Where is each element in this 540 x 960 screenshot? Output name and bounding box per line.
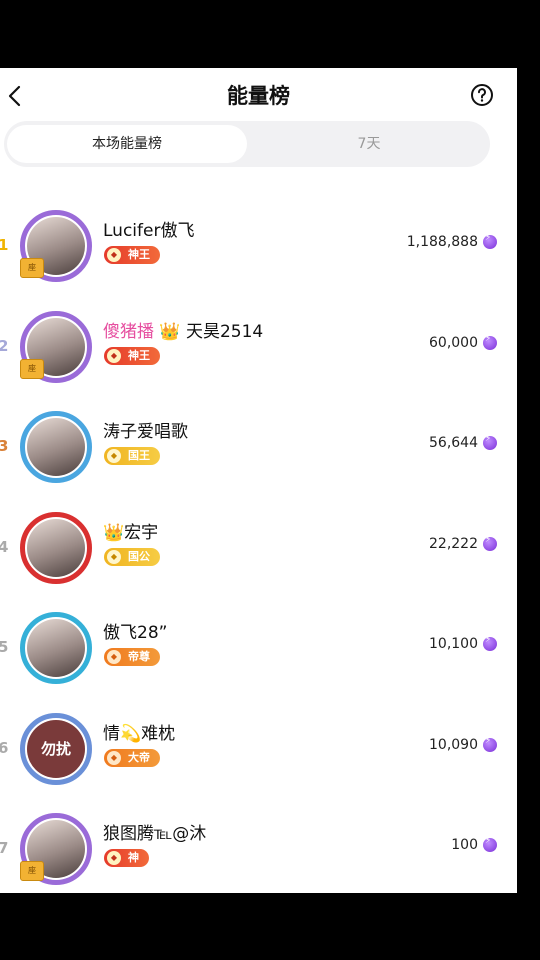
rank-number: 7 xyxy=(0,839,9,857)
level-badge: ◆ 国王 xyxy=(104,447,160,465)
rank-number: 3 xyxy=(0,437,9,455)
tab-7-days[interactable]: 7天 xyxy=(250,125,488,163)
energy-score: 10,090 xyxy=(429,736,497,753)
level-badge-label: 神王 xyxy=(128,248,150,261)
ranking-row[interactable]: 5 傲飞28” ◆ 帝尊 10,100 xyxy=(0,610,517,710)
energy-bolt-icon xyxy=(483,434,497,450)
energy-score-value: 100 xyxy=(451,837,478,853)
level-gem-icon: ◆ xyxy=(107,851,121,865)
help-question-icon[interactable] xyxy=(470,83,494,107)
level-badge-label: 帝尊 xyxy=(128,650,150,663)
level-badge: ◆ 大帝 xyxy=(104,748,160,767)
energy-score-value: 22,222 xyxy=(429,535,478,552)
energy-score: 10,100 xyxy=(429,635,497,652)
energy-ranking-panel: 能量榜 本场能量榜 7天 1座Lucifer傲飞◆神王1,188,8882座傻猪… xyxy=(0,68,517,893)
user-name: 涛子爱唱歌 xyxy=(103,422,188,442)
ranking-tabs: 本场能量榜 7天 xyxy=(4,121,490,167)
avatar[interactable]: 座 xyxy=(18,811,98,891)
level-badge-label: 神 xyxy=(128,851,139,864)
header: 能量榜 xyxy=(0,68,517,124)
level-gem-icon: ◆ xyxy=(107,750,121,765)
rank-number: 5 xyxy=(0,638,9,656)
user-name: 狼图腾℡@沐 xyxy=(103,824,207,844)
energy-score: 60,000 xyxy=(429,334,497,351)
ranking-row[interactable]: 7 座狼图腾℡@沐 ◆ 神 100 xyxy=(0,811,517,893)
user-name: Lucifer傲飞 xyxy=(103,221,195,241)
page-title: 能量榜 xyxy=(227,84,290,108)
energy-score: 56,644 xyxy=(429,434,497,451)
level-badge: ◆ 神 xyxy=(104,849,149,867)
level-gem-icon: ◆ xyxy=(107,449,121,463)
avatar-image xyxy=(27,518,85,577)
level-badge: ◆ 神王 xyxy=(104,346,160,365)
avatar-image: 勿扰 xyxy=(27,719,85,778)
energy-score-value: 60,000 xyxy=(429,334,478,351)
ranking-row[interactable]: 3 涛子爱唱歌 ◆ 国王 56,644 xyxy=(0,409,517,509)
energy-score: 100 xyxy=(451,836,497,853)
level-badge-label: 大帝 xyxy=(128,750,150,764)
avatar[interactable]: 勿扰 xyxy=(18,711,98,791)
level-gem-icon: ◆ xyxy=(107,348,121,363)
user-name: 傲飞28” xyxy=(103,623,168,643)
energy-score: 1,188,888 xyxy=(406,233,497,250)
level-badge: ◆ 帝尊 xyxy=(104,648,160,666)
energy-bolt-icon xyxy=(483,836,497,852)
energy-bolt-icon xyxy=(483,334,497,350)
user-name: 👑宏宇 xyxy=(103,522,159,543)
avatar-seat-tag: 座 xyxy=(20,258,44,278)
tab-this-session[interactable]: 本场能量榜 xyxy=(7,125,247,163)
ranking-row[interactable]: 1 座 Lucifer傲飞 ◆ 神王 1,188,888 xyxy=(0,208,517,308)
energy-score-value: 10,100 xyxy=(429,636,478,652)
level-badge-label: 神王 xyxy=(128,348,150,362)
user-name-rest: 天昊2514 xyxy=(185,321,264,342)
energy-bolt-icon xyxy=(483,635,497,651)
rank-number: 1 xyxy=(0,236,9,254)
rank-number: 6 xyxy=(0,738,9,757)
avatar-seat-tag: 座 xyxy=(20,358,44,379)
level-gem-icon: ◆ xyxy=(107,650,121,664)
user-name: 傻猪播 👑 天昊2514 xyxy=(103,317,263,342)
user-name-highlight: 傻猪播 xyxy=(103,321,154,342)
ranking-row[interactable]: 2 座 傻猪播 👑 天昊2514 ◆ 神王 60,000 xyxy=(0,309,517,409)
energy-score-value: 10,090 xyxy=(429,736,478,753)
avatar-seat-tag: 座 xyxy=(20,861,44,881)
level-badge-label: 国公 xyxy=(128,549,150,563)
level-badge: ◆ 神王 xyxy=(104,246,160,264)
energy-bolt-icon xyxy=(483,233,497,249)
energy-bolt-icon xyxy=(483,736,497,752)
rank-number: 2 xyxy=(0,336,9,355)
energy-bolt-icon xyxy=(483,535,497,551)
avatar[interactable] xyxy=(18,409,98,489)
crown-icon: 👑 xyxy=(103,522,125,543)
user-name: 情💫难枕 xyxy=(103,723,176,744)
avatar-image xyxy=(27,619,85,677)
rank-number: 4 xyxy=(0,537,9,556)
avatar[interactable] xyxy=(18,610,98,690)
avatar[interactable]: 座 xyxy=(18,309,98,389)
crown-icon: 👑 xyxy=(154,321,186,342)
avatar[interactable]: 座 xyxy=(18,208,98,288)
avatar[interactable] xyxy=(18,510,98,590)
level-badge-label: 国王 xyxy=(128,449,150,462)
energy-score-value: 1,188,888 xyxy=(406,234,478,250)
avatar-image xyxy=(27,418,85,476)
ranking-row[interactable]: 6 勿扰 情💫难枕 ◆ 大帝 10,090 xyxy=(0,711,517,811)
energy-score: 22,222 xyxy=(429,535,497,552)
level-gem-icon: ◆ xyxy=(107,549,121,564)
level-gem-icon: ◆ xyxy=(107,248,121,262)
energy-score-value: 56,644 xyxy=(429,435,478,451)
ranking-row[interactable]: 4 👑宏宇 ◆ 国公 22,222 xyxy=(0,510,517,610)
level-badge: ◆ 国公 xyxy=(104,547,160,566)
